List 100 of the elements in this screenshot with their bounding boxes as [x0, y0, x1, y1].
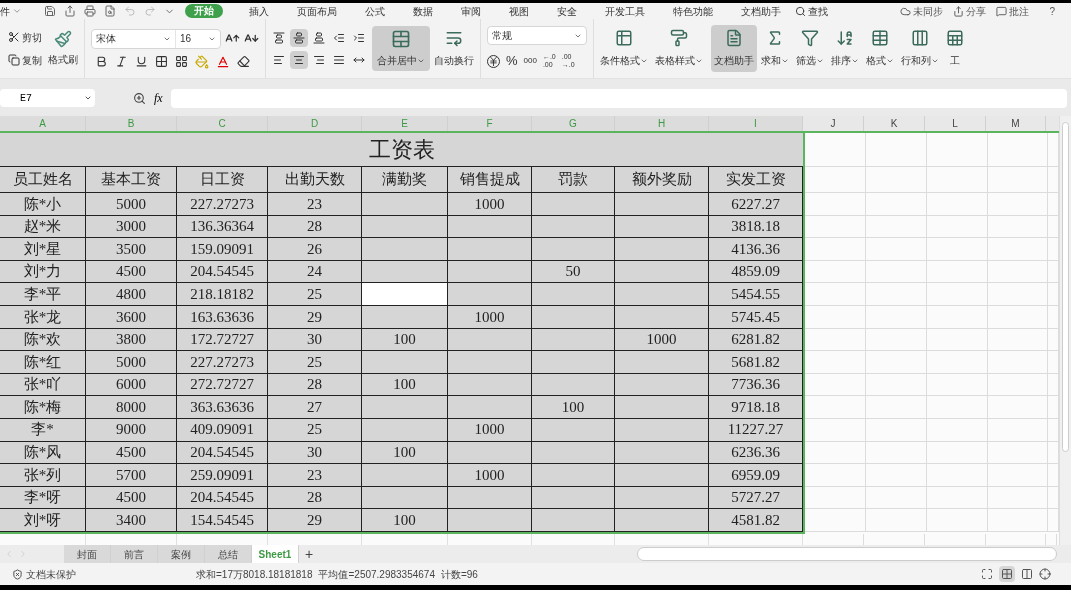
menu-item[interactable]: 件: [0, 3, 10, 19]
table-cell[interactable]: [615, 283, 709, 306]
table-cell[interactable]: 1000: [448, 464, 532, 487]
table-cell[interactable]: 4136.36: [709, 238, 803, 261]
table-cell[interactable]: [532, 486, 615, 510]
table-cell[interactable]: 4581.82: [709, 509, 803, 532]
table-cell[interactable]: 26: [268, 238, 362, 261]
table-cell[interactable]: [448, 486, 532, 510]
table-cell[interactable]: 5727.27: [709, 486, 803, 510]
ribbon-button[interactable]: 文档助手: [711, 25, 757, 72]
table-cell[interactable]: 25: [268, 283, 362, 306]
table-cell[interactable]: 陈*风: [0, 441, 86, 465]
header-cell[interactable]: 满勤奖: [362, 167, 448, 193]
table-cell[interactable]: 张*吖: [0, 373, 86, 397]
table-cell[interactable]: [362, 305, 448, 329]
empty-cell[interactable]: [927, 167, 988, 193]
currency-icon[interactable]: [487, 54, 500, 68]
empty-cell[interactable]: [805, 283, 866, 306]
empty-cell[interactable]: [805, 238, 866, 261]
table-cell[interactable]: [615, 193, 709, 216]
empty-cell[interactable]: [805, 193, 866, 216]
empty-cell[interactable]: [988, 328, 1048, 352]
table-cell[interactable]: 6959.09: [709, 464, 803, 487]
cut-button[interactable]: 剪切: [8, 29, 42, 45]
empty-cell[interactable]: [866, 441, 927, 465]
empty-cell[interactable]: [927, 238, 988, 261]
empty-cell[interactable]: [866, 215, 927, 239]
table-cell[interactable]: 陈*小: [0, 193, 86, 216]
table-cell[interactable]: [532, 283, 615, 306]
empty-cell[interactable]: [866, 238, 927, 261]
table-cell[interactable]: 272.72727: [177, 373, 268, 397]
table-cell[interactable]: 28: [268, 373, 362, 397]
ribbon-button[interactable]: 行和列: [898, 25, 942, 72]
table-cell[interactable]: 136.36364: [177, 215, 268, 239]
table-cell[interactable]: 204.54545: [177, 260, 268, 284]
protection-status[interactable]: 文档未保护: [0, 566, 76, 582]
table-cell[interactable]: 5000: [86, 351, 177, 374]
table-cell[interactable]: 227.27273: [177, 351, 268, 374]
merge-center-button[interactable]: 合并居中: [372, 26, 430, 71]
table-cell[interactable]: [615, 238, 709, 261]
table-cell[interactable]: 100: [362, 441, 448, 465]
table-cell[interactable]: [532, 328, 615, 352]
italic-icon[interactable]: [115, 55, 128, 68]
empty-cell[interactable]: [805, 351, 866, 374]
menu-tab[interactable]: 安全: [555, 3, 579, 19]
empty-cell[interactable]: [988, 464, 1048, 487]
table-cell[interactable]: [448, 509, 532, 532]
table-cell[interactable]: [362, 238, 448, 261]
table-cell[interactable]: 刘*星: [0, 238, 86, 261]
table-cell[interactable]: [362, 486, 448, 510]
header-cell[interactable]: 日工资: [177, 167, 268, 193]
empty-cell[interactable]: [866, 133, 927, 167]
fill-color-icon[interactable]: [195, 54, 209, 69]
table-cell[interactable]: 25: [268, 351, 362, 374]
header-cell[interactable]: 实发工资: [709, 167, 803, 193]
empty-cell[interactable]: [805, 396, 866, 419]
table-cell[interactable]: 5700: [86, 464, 177, 487]
table-cell[interactable]: [362, 260, 448, 284]
empty-cell[interactable]: [988, 441, 1048, 465]
table-cell[interactable]: [448, 238, 532, 261]
column-header[interactable]: L: [925, 116, 986, 131]
empty-cell[interactable]: [927, 260, 988, 284]
empty-cell[interactable]: [866, 486, 927, 510]
empty-cell[interactable]: [866, 373, 927, 397]
menu-tab[interactable]: 特色功能: [671, 3, 715, 19]
number-format-field[interactable]: 常规: [487, 26, 587, 46]
ribbon-button[interactable]: 表格样式: [652, 25, 706, 72]
table-cell[interactable]: [448, 373, 532, 397]
column-header[interactable]: K: [864, 116, 925, 131]
table-cell[interactable]: 6281.82: [709, 328, 803, 352]
table-cell[interactable]: [362, 418, 448, 442]
table-cell[interactable]: [532, 215, 615, 239]
table-cell[interactable]: 5454.55: [709, 283, 803, 306]
table-cell[interactable]: 363.63636: [177, 396, 268, 419]
table-cell[interactable]: [615, 396, 709, 419]
empty-cell[interactable]: [927, 305, 988, 329]
table-cell[interactable]: [448, 396, 532, 419]
table-cell[interactable]: 204.54545: [177, 441, 268, 465]
empty-cell[interactable]: [866, 283, 927, 306]
table-cell[interactable]: [615, 509, 709, 532]
chevron-icon[interactable]: [12, 6, 22, 16]
sheet-tab[interactable]: 封面: [64, 545, 111, 563]
empty-cell[interactable]: [927, 418, 988, 442]
table-cell[interactable]: 23: [268, 464, 362, 487]
table-cell[interactable]: [448, 328, 532, 352]
table-cell[interactable]: 5681.82: [709, 351, 803, 374]
empty-cell[interactable]: [988, 260, 1048, 284]
empty-cell[interactable]: [927, 396, 988, 419]
menu-tab[interactable]: 文档助手: [739, 3, 783, 19]
table-cell[interactable]: 30: [268, 441, 362, 465]
table-cell[interactable]: 30: [268, 328, 362, 352]
empty-cell[interactable]: [866, 328, 927, 352]
table-cell[interactable]: 7736.36: [709, 373, 803, 397]
name-box[interactable]: E7: [0, 89, 95, 107]
empty-cell[interactable]: [866, 193, 927, 216]
menu-tab[interactable]: 公式: [363, 3, 387, 19]
ribbon-button[interactable]: 条件格式: [597, 25, 651, 72]
toolbar-button[interactable]: 批注: [996, 3, 1030, 19]
header-cell[interactable]: 员工姓名: [0, 167, 86, 193]
bold-icon[interactable]: [95, 55, 108, 68]
